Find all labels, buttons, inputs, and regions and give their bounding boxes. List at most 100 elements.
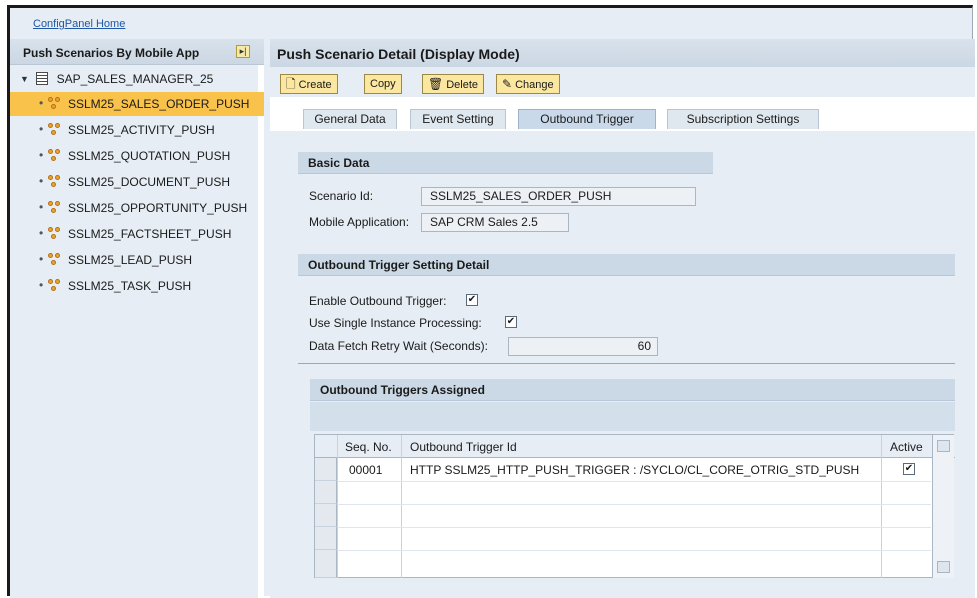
mobile-application-field: SAP CRM Sales 2.5	[421, 213, 569, 232]
enable-outbound-trigger-checkbox[interactable]: ✔	[466, 294, 478, 306]
window-frame: ConfigPanel Home Push Scenarios By Mobil…	[7, 5, 975, 598]
tree-root-label: SAP_SALES_MANAGER_25	[56, 71, 214, 86]
top-bar: ConfigPanel Home	[10, 8, 972, 39]
bullet-icon: •	[39, 122, 44, 136]
scroll-down-icon[interactable]	[937, 561, 950, 573]
bullet-icon: •	[39, 96, 44, 110]
push-scenario-icon	[48, 227, 61, 240]
row-selector[interactable]	[315, 550, 337, 578]
pencil-icon: ✎	[502, 77, 513, 91]
tab-subscription-settings[interactable]: Subscription Settings	[667, 109, 819, 129]
tree-root-app[interactable]: ▼ SAP_SALES_MANAGER_25	[20, 71, 213, 89]
tree-item-task-push[interactable]: • SSLM25_TASK_PUSH	[10, 274, 264, 298]
tab-content: Basic Data Scenario Id: SSLM25_SALES_ORD…	[270, 131, 975, 598]
table-scrollbar[interactable]	[932, 435, 954, 578]
create-label: Create	[298, 79, 332, 91]
bullet-icon: •	[39, 174, 44, 188]
tree-item-sales-order-push[interactable]: • SSLM25_SALES_ORDER_PUSH	[10, 92, 264, 116]
bullet-icon: •	[39, 252, 44, 266]
tree-item-label: SSLM25_ACTIVITY_PUSH	[68, 123, 215, 137]
tab-strip: General Data Event Setting Outbound Trig…	[270, 101, 975, 129]
tree-item-label: SSLM25_DOCUMENT_PUSH	[68, 175, 231, 189]
seq-no-cell: 00001	[349, 463, 383, 477]
tree-item-label: SSLM25_SALES_ORDER_PUSH	[68, 97, 250, 111]
collapse-panel-icon[interactable]: ▸|	[236, 45, 250, 58]
left-panel-header: Push Scenarios By Mobile App ▸|	[10, 39, 264, 65]
tab-general-data[interactable]: General Data	[303, 109, 397, 129]
row-selector[interactable]	[315, 458, 337, 481]
triggers-assigned-title: Outbound Triggers Assigned	[320, 383, 485, 397]
tree-item-label: SSLM25_LEAD_PUSH	[68, 253, 193, 267]
new-document-icon: 🗋	[286, 77, 296, 91]
scenario-id-label: Scenario Id:	[309, 189, 374, 203]
main-panel: Push Scenario Detail (Display Mode) 🗋 Cre…	[270, 39, 975, 598]
row-divider	[337, 504, 931, 505]
change-button[interactable]: ✎ Change	[496, 74, 560, 94]
column-divider	[401, 435, 402, 578]
tree-item-document-push[interactable]: • SSLM25_DOCUMENT_PUSH	[10, 170, 264, 194]
single-instance-checkbox[interactable]: ✔	[505, 316, 517, 328]
toolbar: 🗋 Create Copy 🗑 Delete ✎ Change	[270, 67, 975, 97]
retry-wait-field: 60	[508, 337, 658, 356]
create-button[interactable]: 🗋 Create	[280, 74, 338, 94]
bullet-icon: •	[39, 200, 44, 214]
copy-label: Copy	[370, 78, 396, 90]
tree-item-activity-push[interactable]: • SSLM25_ACTIVITY_PUSH	[10, 118, 264, 142]
push-scenario-icon	[48, 123, 61, 136]
push-scenario-icon	[48, 149, 61, 162]
configpanel-home-link[interactable]: ConfigPanel Home	[33, 18, 125, 30]
trash-icon: 🗑	[428, 77, 444, 91]
column-divider	[337, 435, 338, 578]
triggers-table: Seq. No. Outbound Trigger Id Active 0000…	[314, 434, 955, 578]
retry-wait-label: Data Fetch Retry Wait (Seconds):	[309, 339, 488, 353]
copy-button[interactable]: Copy	[364, 74, 402, 94]
push-scenario-icon	[48, 201, 61, 214]
tab-outbound-trigger[interactable]: Outbound Trigger	[518, 109, 656, 129]
change-label: Change	[515, 79, 554, 91]
delete-button[interactable]: 🗑 Delete	[422, 74, 485, 94]
tab-event-setting[interactable]: Event Setting	[410, 109, 506, 129]
application-icon	[36, 72, 49, 86]
divider	[298, 363, 955, 364]
tree-item-label: SSLM25_FACTSHEET_PUSH	[68, 227, 232, 241]
enable-outbound-trigger-label: Enable Outbound Trigger:	[309, 294, 447, 308]
outbound-trigger-detail-title: Outbound Trigger Setting Detail	[308, 258, 490, 272]
basic-data-section: Basic Data	[298, 152, 713, 174]
scenario-id-field: SSLM25_SALES_ORDER_PUSH	[421, 187, 696, 206]
row-selector[interactable]	[315, 481, 337, 504]
push-scenario-icon	[48, 97, 61, 110]
row-selector[interactable]	[315, 527, 337, 550]
bullet-icon: •	[39, 148, 44, 162]
column-active[interactable]: Active	[890, 440, 923, 454]
tree-item-factsheet-push[interactable]: • SSLM25_FACTSHEET_PUSH	[10, 222, 264, 246]
bullet-icon: •	[39, 226, 44, 240]
left-panel: Push Scenarios By Mobile App ▸| ▼ SAP_SA…	[10, 39, 264, 598]
tree-item-label: SSLM25_QUOTATION_PUSH	[68, 149, 231, 163]
table-header: Seq. No. Outbound Trigger Id Active	[315, 435, 955, 458]
basic-data-title: Basic Data	[308, 156, 370, 170]
tree-item-label: SSLM25_TASK_PUSH	[68, 279, 192, 293]
column-seq-no[interactable]: Seq. No.	[345, 440, 392, 454]
triggers-assigned-section: Outbound Triggers Assigned	[310, 379, 955, 401]
single-instance-label: Use Single Instance Processing:	[309, 316, 482, 330]
row-divider	[337, 527, 931, 528]
column-divider	[881, 435, 882, 578]
active-checkbox[interactable]: ✔	[903, 463, 915, 475]
column-trigger-id[interactable]: Outbound Trigger Id	[410, 440, 517, 454]
tree-item-lead-push[interactable]: • SSLM25_LEAD_PUSH	[10, 248, 264, 272]
scroll-up-icon[interactable]	[937, 440, 950, 452]
table-toolbar-strip	[310, 402, 955, 431]
main-panel-header: Push Scenario Detail (Display Mode)	[270, 39, 975, 67]
expand-arrow-icon[interactable]: ▼	[20, 74, 29, 84]
trigger-id-cell: HTTP SSLM25_HTTP_PUSH_TRIGGER : /SYCLO/C…	[410, 463, 860, 477]
row-selector[interactable]	[315, 504, 337, 527]
outbound-trigger-detail-section: Outbound Trigger Setting Detail	[298, 254, 955, 276]
tree-item-label: SSLM25_OPPORTUNITY_PUSH	[68, 201, 248, 215]
bullet-icon: •	[39, 278, 44, 292]
row-divider	[337, 481, 931, 482]
tree-item-opportunity-push[interactable]: • SSLM25_OPPORTUNITY_PUSH	[10, 196, 264, 220]
mobile-application-label: Mobile Application:	[309, 215, 410, 229]
delete-label: Delete	[446, 79, 479, 91]
tree-item-quotation-push[interactable]: • SSLM25_QUOTATION_PUSH	[10, 144, 264, 168]
left-panel-title: Push Scenarios By Mobile App	[23, 46, 200, 60]
